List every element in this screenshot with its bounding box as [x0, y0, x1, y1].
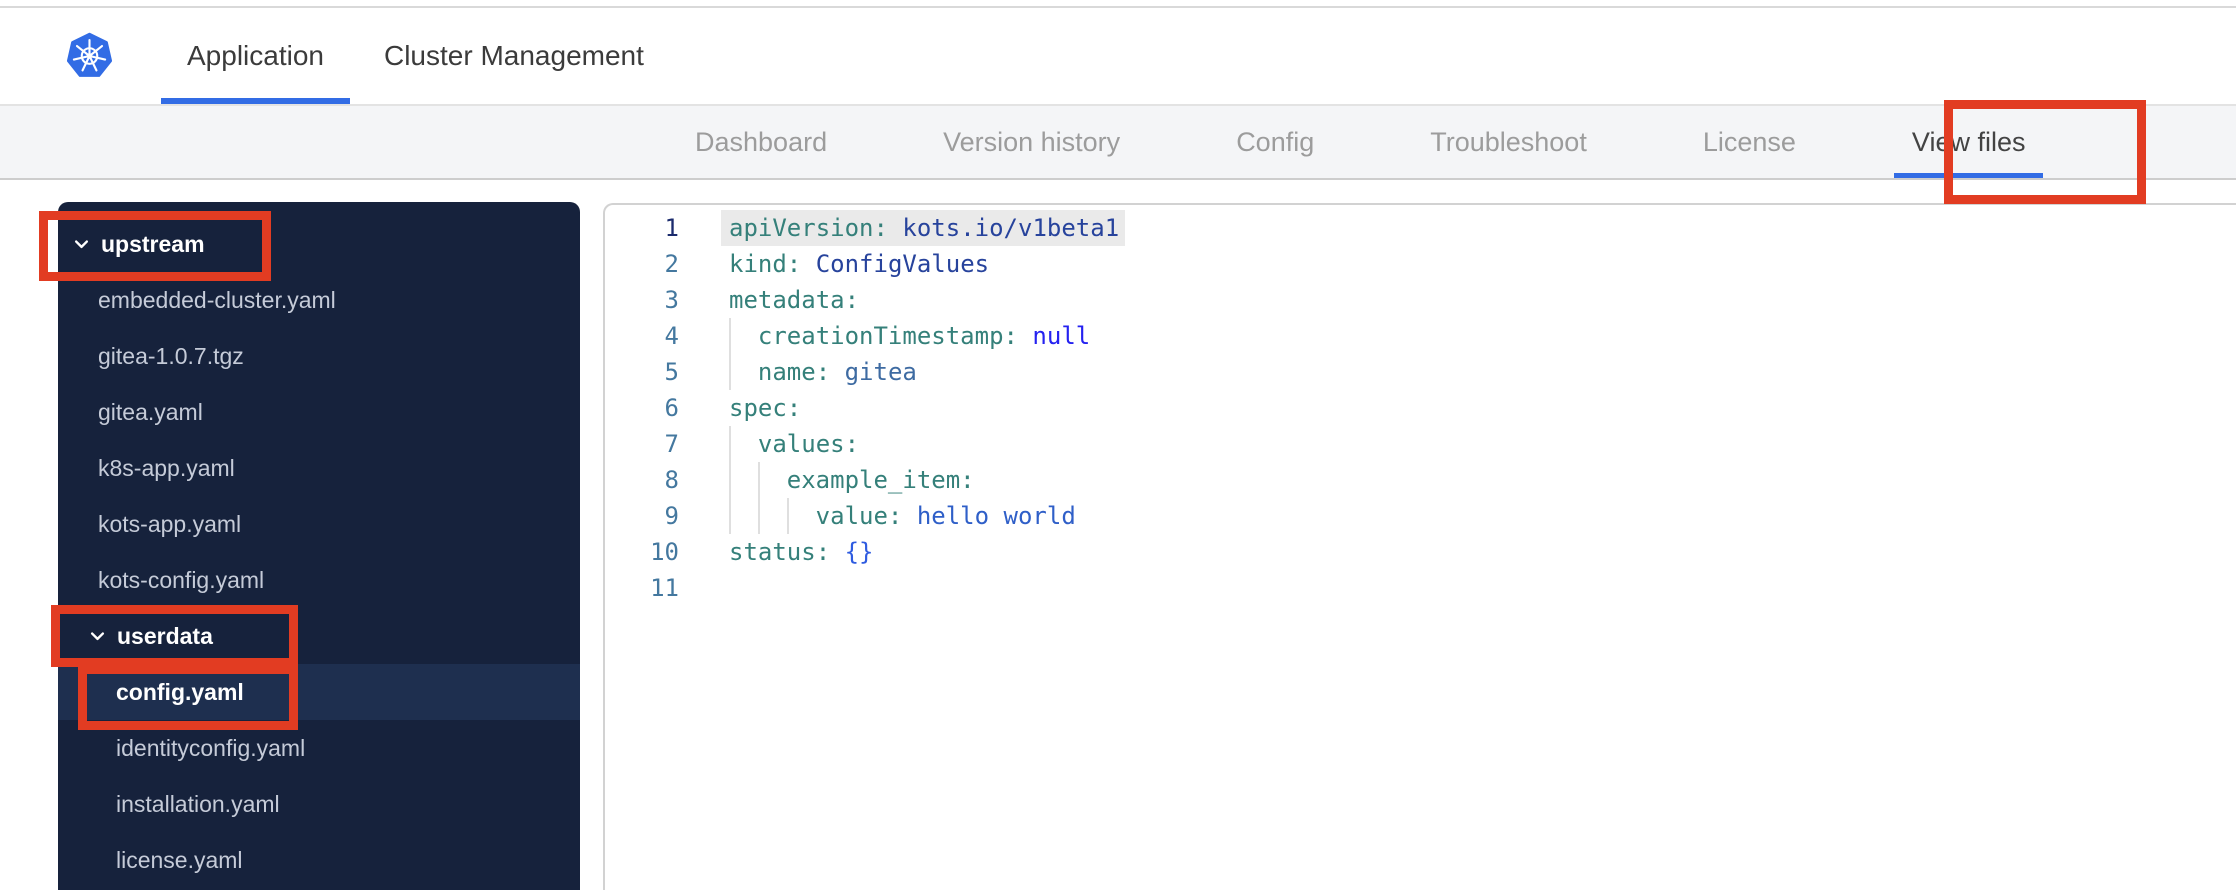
- nav-tab-troubleshoot[interactable]: Troubleshoot: [1430, 106, 1587, 178]
- file-label: embedded-cluster.yaml: [98, 286, 336, 313]
- indent-guide: [729, 462, 758, 498]
- folder-label: userdata: [117, 622, 213, 649]
- file-label: gitea.yaml: [98, 398, 203, 425]
- token-kw: null: [1017, 322, 1091, 350]
- sidebar-item-identityconfig-yaml[interactable]: identityconfig.yaml: [58, 720, 580, 776]
- code-line[interactable]: 3 metadata:: [605, 282, 2236, 318]
- code-line-text: value: hello world: [729, 498, 1076, 534]
- code-line[interactable]: 7 values:: [605, 426, 2236, 462]
- line-number: 7: [664, 430, 679, 458]
- folder-label: upstream: [101, 230, 205, 257]
- sidebar-item-kots-app-yaml[interactable]: kots-app.yaml: [58, 496, 580, 552]
- file-label: kots-app.yaml: [98, 510, 242, 537]
- token-key: example_item:: [786, 466, 975, 494]
- token-val1: kots.io/v1beta1: [887, 214, 1120, 242]
- sidebar-item-license-yaml[interactable]: license.yaml: [58, 832, 580, 888]
- code-line[interactable]: 2 kind: ConfigValues: [605, 246, 2236, 282]
- line-number: 5: [664, 358, 679, 386]
- token-key: apiVersion:: [729, 214, 888, 242]
- token-val3: hello world: [902, 502, 1076, 530]
- token-key: metadata:: [729, 286, 860, 314]
- code-line-text: status: {}: [729, 534, 874, 570]
- code-line-text: example_item:: [729, 462, 975, 498]
- token-key: creationTimestamp:: [757, 322, 1018, 350]
- tab-cluster-management[interactable]: Cluster Management: [384, 8, 644, 104]
- code-line-text: apiVersion: kots.io/v1beta1: [721, 210, 1126, 246]
- file-label: kots-config.yaml: [98, 566, 265, 593]
- token-key: kind:: [729, 250, 802, 278]
- file-label: license.yaml: [116, 846, 243, 873]
- sidebar-item-gitea-1-0-7-tgz[interactable]: gitea-1.0.7.tgz: [58, 328, 580, 384]
- sidebar-item-userdata[interactable]: userdata: [58, 608, 580, 664]
- line-number: 8: [664, 466, 679, 494]
- sidebar-item-embedded-cluster-yaml[interactable]: embedded-cluster.yaml: [58, 272, 580, 328]
- sidebar-item-upstream[interactable]: upstream: [58, 216, 580, 272]
- token-key: status:: [729, 538, 831, 566]
- app-header: Application Cluster Management: [0, 8, 2236, 106]
- code-line[interactable]: 1 apiVersion: kots.io/v1beta1: [605, 210, 2236, 246]
- line-number: 1: [664, 214, 679, 242]
- token-key: spec:: [729, 394, 802, 422]
- chevron-down-icon[interactable]: [72, 235, 91, 254]
- token-val2: gitea: [830, 358, 917, 386]
- kots-admin-console: Application Cluster Management Dashboard V…: [0, 0, 2236, 890]
- nav-tab-config[interactable]: Config: [1236, 106, 1314, 178]
- chevron-down-icon[interactable]: [88, 627, 107, 646]
- indent-guide: [758, 462, 787, 498]
- file-label: k8s-app.yaml: [98, 454, 235, 481]
- primary-nav: Application Cluster Management: [161, 8, 644, 104]
- token-key: name:: [757, 358, 831, 386]
- line-highlight: apiVersion: kots.io/v1beta1: [721, 214, 1126, 242]
- sidebar-item-kots-config-yaml[interactable]: kots-config.yaml: [58, 552, 580, 608]
- code-line-text: creationTimestamp: null: [729, 318, 1090, 354]
- token-val1: ConfigValues: [801, 250, 990, 278]
- file-label: identityconfig.yaml: [116, 734, 306, 761]
- code-line-text: spec:: [729, 390, 801, 426]
- token-key: values:: [757, 430, 860, 458]
- code-line[interactable]: 11: [605, 570, 2236, 606]
- sidebar-item-k8s-app-yaml[interactable]: k8s-app.yaml: [58, 440, 580, 496]
- file-label: config.yaml: [116, 678, 244, 705]
- nav-tab-dashboard[interactable]: Dashboard: [695, 106, 827, 178]
- indent-guide: [758, 498, 787, 534]
- file-label: gitea-1.0.7.tgz: [98, 342, 244, 369]
- file-viewer-panel: 1 apiVersion: kots.io/v1beta1 2 kind: Confi…: [603, 203, 2236, 890]
- sidebar-item-installation-yaml[interactable]: installation.yaml: [58, 776, 580, 832]
- code-line[interactable]: 8 example_item:: [605, 462, 2236, 498]
- indent-guide: [787, 498, 816, 534]
- token-key: value:: [815, 502, 903, 530]
- line-number: 11: [650, 574, 679, 602]
- indent-guide: [729, 318, 758, 354]
- line-number: 4: [664, 322, 679, 350]
- code-editor[interactable]: 1 apiVersion: kots.io/v1beta1 2 kind: Confi…: [605, 210, 2236, 606]
- kubernetes-logo-icon[interactable]: [66, 31, 113, 81]
- line-number: 9: [664, 502, 679, 530]
- tab-application[interactable]: Application: [161, 8, 350, 104]
- nav-tab-license[interactable]: License: [1703, 106, 1796, 178]
- indent-guide: [729, 498, 758, 534]
- code-line[interactable]: 10 status: {}: [605, 534, 2236, 570]
- line-number: 3: [664, 286, 679, 314]
- code-line-text: kind: ConfigValues: [729, 246, 989, 282]
- indent-guide: [729, 354, 758, 390]
- file-tree-panel: upstream embedded-cluster.yaml gitea-1.0.7…: [58, 202, 580, 890]
- line-number: 6: [664, 394, 679, 422]
- application-nav: Dashboard Version history Config Troublesho…: [0, 106, 2236, 180]
- code-line[interactable]: 5 name: gitea: [605, 354, 2236, 390]
- nav-tab-version-history[interactable]: Version history: [943, 106, 1120, 178]
- code-line[interactable]: 6 spec:: [605, 390, 2236, 426]
- code-line[interactable]: 4 creationTimestamp: null: [605, 318, 2236, 354]
- code-line-text: values:: [729, 426, 859, 462]
- indent-guide: [729, 426, 758, 462]
- line-number: 10: [650, 538, 679, 566]
- line-number: 2: [664, 250, 679, 278]
- nav-tab-view-files[interactable]: View files: [1893, 106, 2043, 178]
- sidebar-item-gitea-yaml[interactable]: gitea.yaml: [58, 384, 580, 440]
- code-line-text: metadata:: [729, 282, 859, 318]
- code-line-text: name: gitea: [729, 354, 917, 390]
- code-line[interactable]: 9 value: hello world: [605, 498, 2236, 534]
- sidebar-item-config-yaml[interactable]: config.yaml: [58, 664, 580, 720]
- file-label: installation.yaml: [116, 790, 280, 817]
- token-kw2: {}: [830, 538, 874, 566]
